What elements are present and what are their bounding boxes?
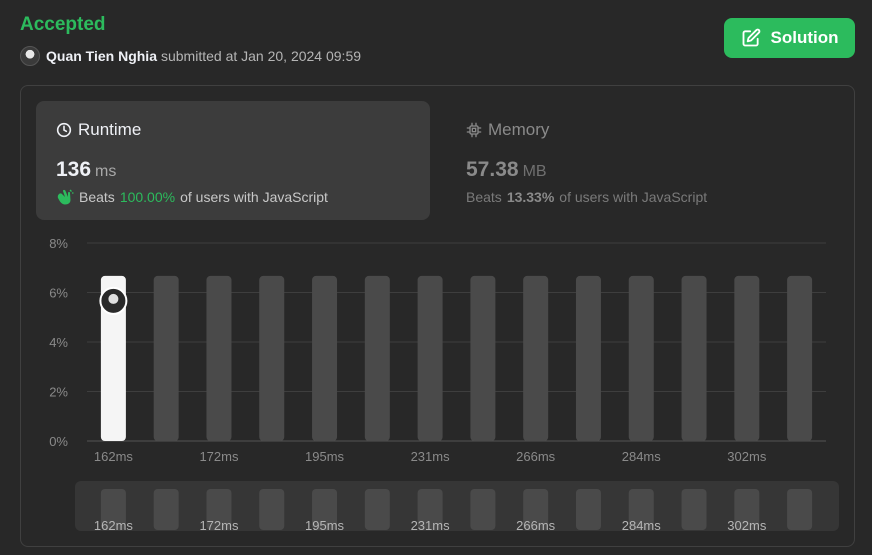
runtime-value: 136	[56, 158, 92, 181]
runtime-beats-label: Beats	[79, 189, 115, 205]
clapping-hands-icon	[57, 189, 74, 205]
memory-unit: MB	[522, 163, 547, 180]
runtime-beats: Beats 100.00% of users with JavaScript	[56, 189, 328, 205]
submitter-info: Quan Tien Nghia submitted at Jan 20, 202…	[20, 46, 361, 66]
runtime-beats-suffix: of users with JavaScript	[180, 189, 328, 205]
avatar[interactable]	[20, 46, 40, 66]
memory-beats-label: Beats	[466, 189, 502, 205]
chip-icon	[466, 122, 482, 138]
memory-beats: Beats 13.33% of users with JavaScript	[466, 189, 707, 205]
runtime-beats-pct: 100.00%	[119, 189, 176, 205]
range-selector[interactable]	[75, 481, 839, 531]
clock-icon	[56, 122, 72, 138]
runtime-value-row: 136 ms	[56, 158, 116, 182]
submitted-time: submitted at Jan 20, 2024 09:59	[160, 48, 362, 64]
memory-beats-suffix: of users with JavaScript	[559, 189, 708, 205]
solution-button[interactable]: Solution	[724, 18, 855, 58]
memory-value-row: 57.38 MB	[466, 158, 547, 182]
user-name-link[interactable]: Quan Tien Nghia	[46, 48, 157, 64]
memory-beats-pct: 13.33%	[506, 189, 555, 205]
memory-card[interactable]: Memory 57.38 MB Beats 13.33% of users wit…	[446, 101, 840, 220]
memory-value: 57.38	[466, 158, 519, 181]
runtime-card[interactable]: Runtime 136 ms Beats 100.00% of users wit…	[36, 101, 430, 220]
edit-icon	[742, 28, 760, 47]
runtime-unit: ms	[95, 163, 117, 180]
solution-label: Solution	[770, 28, 839, 47]
runtime-title: Runtime	[78, 120, 142, 139]
memory-title: Memory	[488, 120, 550, 139]
status-accepted: Accepted	[20, 14, 106, 35]
